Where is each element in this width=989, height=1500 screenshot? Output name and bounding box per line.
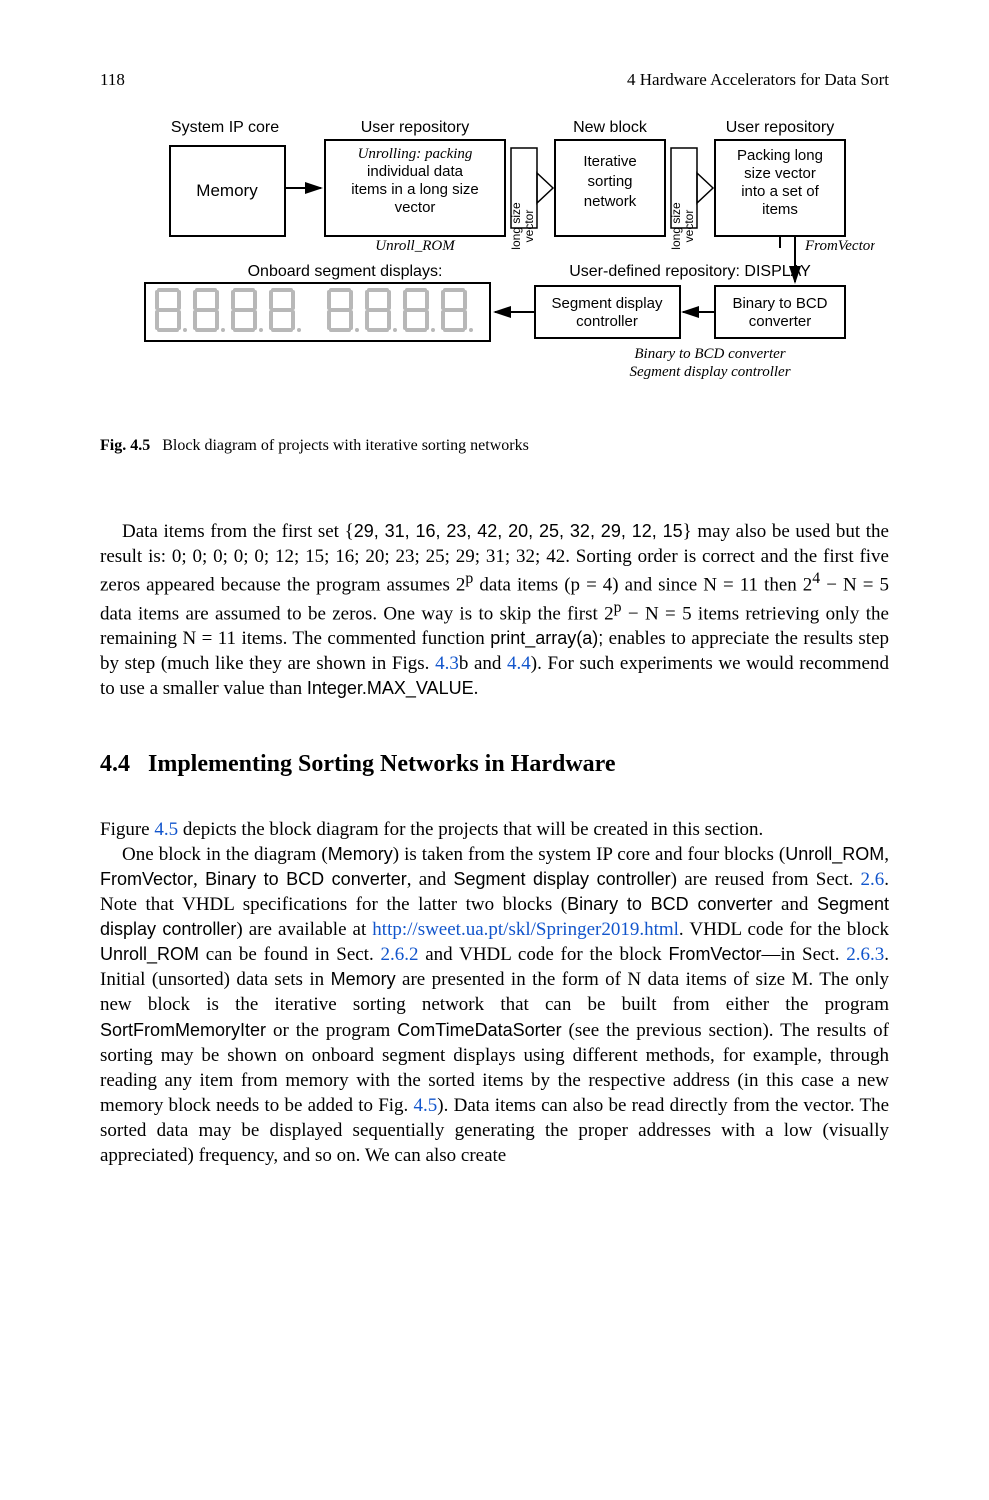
box-seg-disp-l2: controller <box>576 313 638 330</box>
sect-ref-2-6-3[interactable]: 2.6.3 <box>846 944 884 965</box>
label-unroll-rom: Unroll_ROM <box>375 238 456 254</box>
figure-caption: Fig. 4.5 Block diagram of projects with … <box>100 437 889 455</box>
chapter-title: 4 Hardware Accelerators for Data Sort <box>627 70 889 90</box>
label-system-ip: System IP core <box>170 119 278 136</box>
sect-ref-2-6-2[interactable]: 2.6.2 <box>380 944 418 965</box>
box-iterative-l3: network <box>583 193 636 210</box>
page-header: 118 4 Hardware Accelerators for Data Sor… <box>100 70 889 90</box>
seven-seg-icon <box>157 290 473 332</box>
label-onboard-seg: Onboard segment displays: <box>247 263 442 280</box>
section-heading: 4.4 Implementing Sorting Networks in Har… <box>100 749 889 781</box>
paragraph-2: Figure 4.5 depicts the block diagram for… <box>100 817 889 842</box>
label-from-vector: FromVector <box>804 238 875 254</box>
url-springer[interactable]: http://sweet.ua.pt/skl/Springer2019.html <box>372 919 679 940</box>
sect-ref-2-6[interactable]: 2.6 <box>861 869 885 890</box>
box-packing-l2: size vector <box>744 165 816 182</box>
fig-ref-4-5b[interactable]: 4.5 <box>414 1095 438 1116</box>
box-unrolling-l2: individual data <box>367 163 464 180</box>
paragraph-1: Data items from the first set {29, 31, 1… <box>100 519 889 701</box>
box-unrolling-l4: vector <box>394 199 435 216</box>
label-new-block: New block <box>573 119 648 136</box>
figure-caption-text: Block diagram of projects with iterative… <box>162 437 529 454</box>
box-packing-l3: into a set of <box>741 183 819 200</box>
page-number: 118 <box>100 70 125 90</box>
label-long-size-2a: long size <box>669 202 683 250</box>
block-diagram: System IP core User repository New block… <box>115 118 875 413</box>
figure-label: Fig. 4.5 <box>100 437 150 454</box>
label-long-size-1a: long size <box>509 202 523 250</box>
fig-ref-4-5a[interactable]: 4.5 <box>154 819 178 840</box>
box-unrolling-l1: Unrolling: packing <box>357 146 472 162</box>
box-packing-l4: items <box>762 201 798 218</box>
section-number: 4.4 <box>100 751 130 777</box>
box-seg-disp-l1: Segment display <box>551 295 662 312</box>
label-user-repo-2: User repository <box>725 119 833 136</box>
label-user-repo-1: User repository <box>360 119 468 136</box>
box-packing-l1: Packing long <box>737 147 823 164</box>
label-long-size-2b: vector <box>682 210 696 243</box>
box-b2bcd-l1: Binary to BCD <box>732 295 827 312</box>
under-b2bcd-l2: Segment display controller <box>629 364 790 380</box>
box-memory: Memory <box>196 181 258 200</box>
section-title-text: Implementing Sorting Networks in Hardwar… <box>148 751 616 777</box>
box-iterative-l1: Iterative <box>583 153 636 170</box>
fig-ref-4-3[interactable]: 4.3 <box>435 653 459 674</box>
box-unrolling-l3: items in a long size <box>351 181 479 198</box>
fig-ref-4-4[interactable]: 4.4 <box>507 653 531 674</box>
label-user-def-repo: User-defined repository: DISPLAY <box>569 263 811 280</box>
box-iterative-l2: sorting <box>587 173 632 190</box>
under-b2bcd-l1: Binary to BCD converter <box>634 346 785 362</box>
label-long-size-1b: vector <box>522 210 536 243</box>
paragraph-3: One block in the diagram (Memory) is tak… <box>100 842 889 1168</box>
box-b2bcd-l2: converter <box>748 313 811 330</box>
